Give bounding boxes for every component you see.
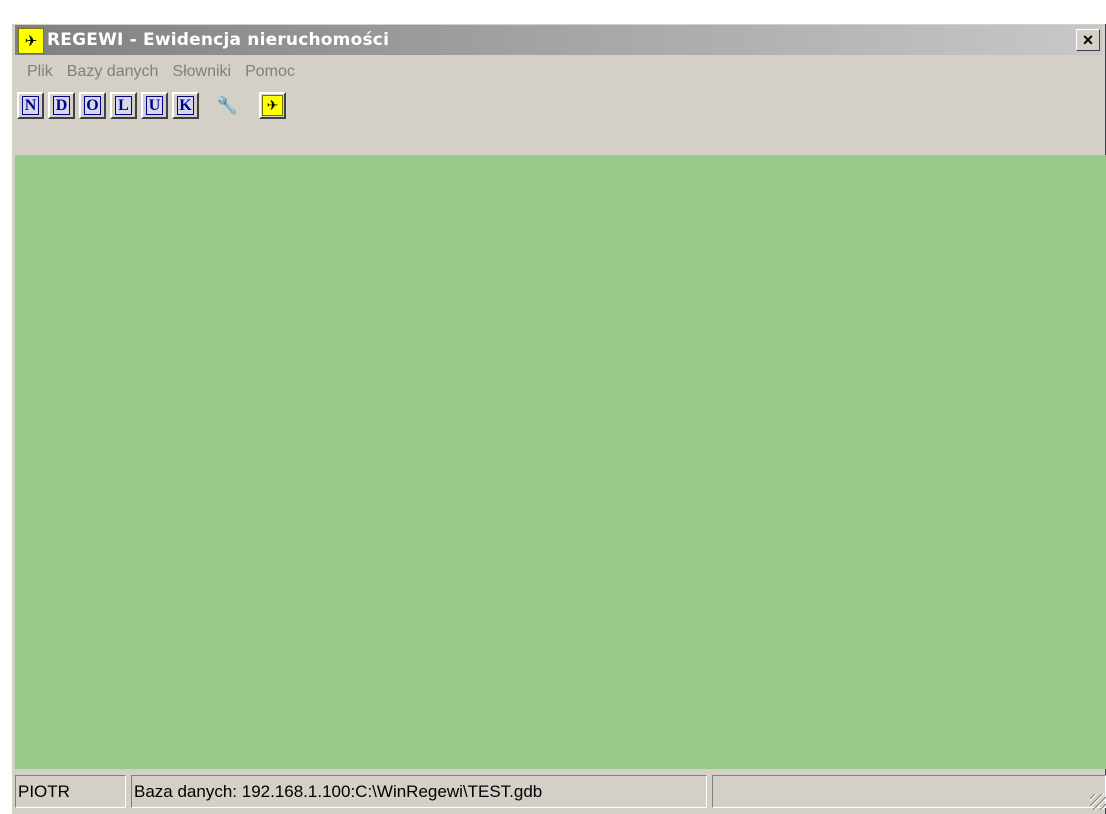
status-user: PIOTR bbox=[15, 775, 126, 808]
letter-k-icon: K bbox=[177, 96, 194, 115]
toolbar-button-tools[interactable]: 🔧 bbox=[214, 92, 241, 119]
status-panel-3 bbox=[712, 775, 1106, 808]
close-icon: × bbox=[1082, 29, 1094, 50]
toolbar-button-n[interactable]: N bbox=[17, 92, 44, 119]
toolbar-button-runner[interactable]: ✈ bbox=[259, 92, 286, 119]
title-bar[interactable]: ✈ REGEWI - Ewidencja nieruchomości × bbox=[15, 25, 1102, 55]
letter-l-icon: L bbox=[115, 96, 132, 115]
toolbar-button-d[interactable]: D bbox=[48, 92, 75, 119]
window-title: REGEWI - Ewidencja nieruchomości bbox=[47, 30, 390, 50]
menu-plik[interactable]: Plik bbox=[15, 63, 60, 81]
letter-o-icon: O bbox=[84, 96, 101, 115]
close-button[interactable]: × bbox=[1076, 29, 1100, 51]
app-icon[interactable]: ✈ bbox=[18, 28, 44, 54]
letter-d-icon: D bbox=[53, 96, 70, 115]
toolbar-button-l[interactable]: L bbox=[110, 92, 137, 119]
toolbar-button-k[interactable]: K bbox=[172, 92, 199, 119]
regewi-runner-icon: ✈ bbox=[262, 95, 283, 116]
letter-u-icon: U bbox=[146, 96, 163, 115]
status-database: Baza danych: 192.168.1.100:C:\WinRegewi\… bbox=[131, 775, 707, 808]
toolbar-button-u[interactable]: U bbox=[141, 92, 168, 119]
menu-pomoc[interactable]: Pomoc bbox=[238, 63, 302, 81]
letter-n-icon: N bbox=[22, 96, 39, 115]
menu-slowniki[interactable]: Słowniki bbox=[165, 63, 238, 81]
menu-bar: Plik Bazy danych Słowniki Pomoc bbox=[15, 59, 302, 85]
toolbar-button-o[interactable]: O bbox=[79, 92, 106, 119]
tools-icon: 🔧 bbox=[216, 96, 239, 115]
mdi-workspace[interactable] bbox=[15, 155, 1106, 769]
menu-bazy-danych[interactable]: Bazy danych bbox=[60, 63, 166, 81]
status-bar: PIOTR Baza danych: 192.168.1.100:C:\WinR… bbox=[15, 775, 1106, 810]
toolbar: N D O L U K 🔧 ✈ bbox=[15, 90, 1102, 128]
main-window: ✈ REGEWI - Ewidencja nieruchomości × Pli… bbox=[11, 23, 1106, 814]
resize-grip-icon[interactable] bbox=[1090, 794, 1106, 810]
